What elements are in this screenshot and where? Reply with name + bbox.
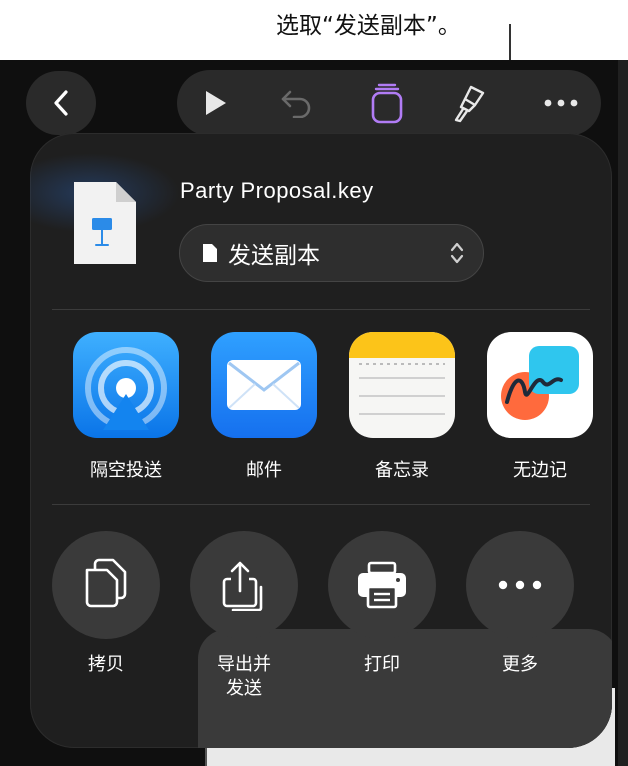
export-icon [222, 561, 263, 611]
ellipsis-icon [498, 580, 542, 590]
play-icon [206, 91, 226, 115]
action-print[interactable]: 打印 [328, 531, 436, 677]
app-label: 隔空投送 [90, 460, 162, 481]
printer-icon [358, 561, 406, 609]
app-label: 备忘录 [375, 460, 429, 481]
app-label: 邮件 [246, 460, 282, 481]
chevron-left-icon [54, 90, 68, 116]
play-button[interactable] [195, 70, 235, 136]
format-button[interactable] [447, 70, 491, 136]
file-name: Party Proposal.key [180, 178, 374, 203]
app-label: 无边记 [513, 460, 567, 481]
document-button[interactable] [365, 70, 409, 136]
chevron-up-down-icon [450, 242, 464, 264]
divider [52, 309, 590, 310]
app-airdrop[interactable]: 隔空投送 [72, 332, 180, 482]
undo-button[interactable] [275, 70, 319, 136]
divider [52, 504, 590, 505]
document-stack-icon [371, 83, 403, 124]
mail-icon [227, 360, 301, 410]
undo-icon [281, 90, 311, 118]
callout-text: 选取“发送副本”。 [276, 13, 461, 39]
action-copy[interactable]: 拷贝 [52, 531, 160, 677]
action-label: 导出并 发送 [217, 654, 271, 699]
back-button[interactable] [26, 71, 96, 135]
share-sheet: Party Proposal.key 发送副本 隔空投送 邮件 备忘录 无边记 … [30, 133, 612, 748]
action-more[interactable]: 更多 [466, 531, 574, 677]
send-option-label: 发送副本 [228, 243, 320, 269]
document-icon [203, 244, 217, 262]
action-label: 打印 [364, 654, 400, 675]
action-label: 更多 [502, 654, 538, 675]
freeform-icon [501, 346, 579, 420]
toolbar [177, 70, 601, 136]
action-label: 拷贝 [88, 654, 124, 675]
notes-icon [349, 332, 455, 415]
paintbrush-icon [454, 85, 485, 123]
keynote-file-icon [74, 182, 136, 264]
app-notes[interactable]: 备忘录 [348, 332, 456, 482]
airdrop-icon [85, 347, 167, 430]
more-button[interactable] [539, 70, 583, 136]
more-icon [544, 99, 578, 107]
copy-icon [85, 558, 127, 608]
app-freeform[interactable]: 无边记 [486, 332, 594, 482]
app-mail[interactable]: 邮件 [210, 332, 318, 482]
action-export-and-send[interactable]: 导出并 发送 [190, 531, 298, 701]
send-option-select[interactable]: 发送副本 [179, 224, 484, 282]
